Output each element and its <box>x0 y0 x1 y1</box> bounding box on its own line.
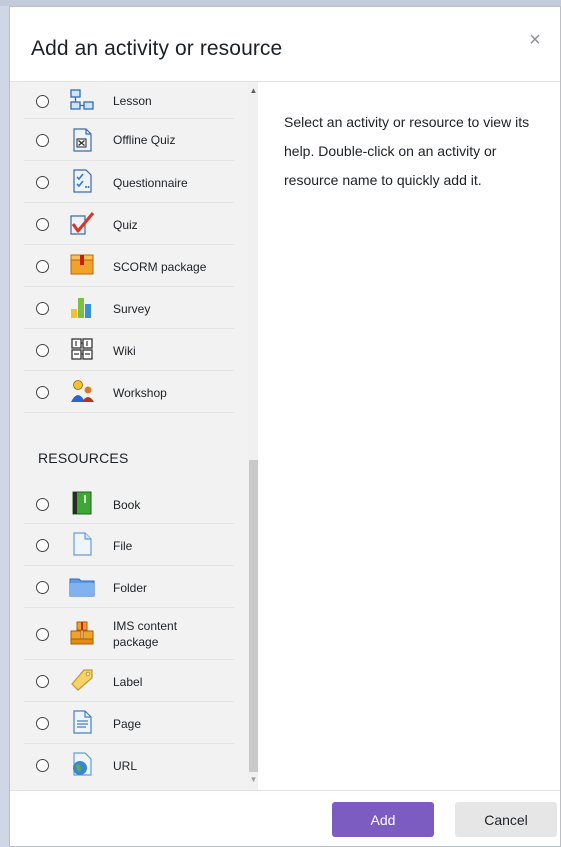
dialog-title: Add an activity or resource <box>31 37 283 60</box>
option-folder[interactable]: Folder <box>24 566 234 608</box>
option-label: Page <box>113 717 142 731</box>
radio-button[interactable] <box>36 344 49 357</box>
option-ims-content-package[interactable]: IMS content package <box>24 608 234 660</box>
radio-button[interactable] <box>36 386 49 399</box>
option-label: URL <box>113 759 138 773</box>
option-offline-quiz[interactable]: Offline Quiz <box>24 119 234 161</box>
radio-button[interactable] <box>36 717 49 730</box>
radio-button[interactable] <box>36 628 49 641</box>
quiz-icon <box>70 212 95 235</box>
option-label: Workshop <box>113 386 167 400</box>
add-activity-dialog: Add an activity or resource × Lesson Off… <box>9 6 561 847</box>
dialog-footer: Add Cancel <box>10 790 560 846</box>
option-label: SCORM package <box>113 260 207 274</box>
dialog-header: Add an activity or resource × <box>10 7 560 82</box>
option-label: Lesson <box>113 94 152 108</box>
radio-button[interactable] <box>36 218 49 231</box>
radio-button[interactable] <box>36 176 49 189</box>
add-button[interactable]: Add <box>332 802 434 837</box>
survey-icon <box>71 298 91 318</box>
radio-button[interactable] <box>36 539 49 552</box>
option-lesson[interactable]: Lesson <box>24 82 234 119</box>
ims-package-icon <box>70 621 94 645</box>
option-label: Offline Quiz <box>113 133 176 147</box>
scorm-package-icon <box>70 254 94 275</box>
book-icon <box>72 491 92 515</box>
option-wiki[interactable]: Wiki <box>24 329 234 371</box>
lesson-icon <box>70 89 94 110</box>
option-label-resource[interactable]: Label <box>24 660 234 702</box>
option-label: Label <box>113 675 143 689</box>
option-file[interactable]: File <box>24 524 234 566</box>
option-label: Book <box>113 498 141 512</box>
option-label: Quiz <box>113 218 138 232</box>
option-label: Survey <box>113 302 151 316</box>
option-quiz[interactable]: Quiz <box>24 203 234 245</box>
option-scorm-package[interactable]: SCORM package <box>24 245 234 287</box>
folder-icon <box>69 578 95 597</box>
option-survey[interactable]: Survey <box>24 287 234 329</box>
option-book[interactable]: Book <box>24 484 234 524</box>
cancel-button[interactable]: Cancel <box>455 802 557 837</box>
option-workshop[interactable]: Workshop <box>24 371 234 413</box>
close-icon[interactable]: × <box>524 29 546 51</box>
wiki-icon <box>71 338 93 360</box>
file-icon <box>73 532 92 556</box>
url-globe-icon <box>73 752 92 776</box>
page-icon <box>73 710 92 734</box>
scroll-down-arrow-icon[interactable]: ▼ <box>248 774 258 786</box>
option-page[interactable]: Page <box>24 702 234 744</box>
radio-button[interactable] <box>36 759 49 772</box>
questionnaire-icon <box>73 169 92 193</box>
radio-button[interactable] <box>36 134 49 147</box>
option-label: File <box>113 539 133 553</box>
help-text: Select an activity or resource to view i… <box>284 114 530 188</box>
radio-button[interactable] <box>36 498 49 511</box>
offline-quiz-icon <box>73 128 92 152</box>
option-label: Folder <box>113 581 148 595</box>
radio-button[interactable] <box>36 260 49 273</box>
option-url[interactable]: URL <box>24 744 234 786</box>
options-scrollbar[interactable]: ▲ ▼ <box>248 82 258 790</box>
radio-button[interactable] <box>36 675 49 688</box>
resources-heading: RESOURCES <box>38 450 129 466</box>
radio-button[interactable] <box>36 95 49 108</box>
help-panel: Select an activity or resource to view i… <box>258 82 561 790</box>
radio-button[interactable] <box>36 581 49 594</box>
scroll-up-arrow-icon[interactable]: ▲ <box>248 85 258 97</box>
option-label: IMS content package <box>113 619 178 649</box>
label-tag-icon <box>71 669 93 691</box>
dialog-body: Lesson Offline Quiz Questionnaire Quiz S… <box>10 82 560 790</box>
option-questionnaire[interactable]: Questionnaire <box>24 161 234 203</box>
option-label: Wiki <box>113 344 136 358</box>
options-list: Lesson Offline Quiz Questionnaire Quiz S… <box>10 82 258 790</box>
radio-button[interactable] <box>36 302 49 315</box>
scrollbar-thumb[interactable] <box>249 460 258 772</box>
workshop-icon <box>71 380 94 402</box>
option-label: Questionnaire <box>113 176 188 190</box>
